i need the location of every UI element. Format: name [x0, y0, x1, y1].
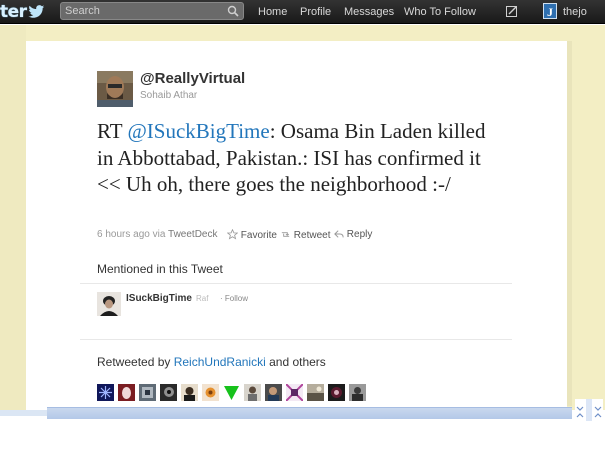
author-avatar[interactable] [97, 71, 133, 107]
mentioned-user-real-name: Raf [196, 294, 209, 303]
egg-avatar-icon [118, 384, 135, 401]
retweeted-by-line: Retweeted by ReichUndRanicki and others [97, 355, 326, 369]
mentioned-user-handle[interactable]: ISuckBigTime [126, 293, 192, 304]
retweet-action[interactable]: Retweet [280, 229, 330, 241]
tweet-timestamp[interactable]: 6 hours ago [97, 229, 150, 240]
mention-link[interactable]: @ISuckBigTime [127, 119, 269, 143]
tweet-text: RT @ISuckBigTime: Osama Bin Laden killed… [97, 118, 497, 198]
retweeter-avatar[interactable] [139, 384, 156, 401]
nav-home[interactable]: Home [258, 0, 287, 24]
retweeter-avatar[interactable] [265, 384, 282, 401]
retweeter-link[interactable]: ReichUndRanicki [174, 355, 266, 369]
resize-handle-icon[interactable] [575, 399, 603, 421]
star-icon [226, 228, 239, 240]
account-avatar[interactable]: J [543, 3, 557, 19]
retweeter-avatar[interactable] [118, 384, 135, 401]
retweet-icon [281, 232, 290, 237]
retweeter-avatar[interactable] [181, 384, 198, 401]
retweeter-avatar[interactable] [286, 384, 303, 401]
selection-highlight [47, 407, 572, 419]
photo-avatar-icon [307, 384, 324, 401]
favorite-action[interactable]: Favorite [226, 228, 277, 241]
reply-label: Reply [346, 229, 373, 240]
retweeter-avatar[interactable] [97, 384, 114, 401]
photo-avatar-icon [328, 384, 345, 401]
photo-avatar-icon [265, 384, 282, 401]
pattern-avatar-icon [286, 384, 303, 401]
twitter-logo[interactable]: ter [0, 1, 45, 22]
retweeter-avatar[interactable] [307, 384, 324, 401]
top-navigation-bar: ter Home Profile Messages Who To Follow … [0, 0, 605, 24]
retweeter-avatar[interactable] [244, 384, 261, 401]
flower-avatar-icon [202, 384, 219, 401]
page-background-left [0, 25, 26, 410]
photo-avatar-icon [160, 384, 177, 401]
card-shadow-edge [567, 41, 572, 406]
retweeted-by-suffix: and others [265, 355, 326, 369]
author-photo-icon [97, 71, 133, 107]
twitter-bird-icon [27, 5, 44, 18]
divider [80, 339, 512, 340]
selection-highlight [0, 410, 47, 416]
photo-avatar-icon [349, 384, 366, 401]
follow-separator: · [220, 294, 223, 303]
divider [80, 283, 512, 284]
via-label: via [152, 229, 166, 240]
nav-messages[interactable]: Messages [344, 0, 394, 24]
nav-who-to-follow[interactable]: Who To Follow [404, 0, 476, 24]
photo-avatar-icon [181, 384, 198, 401]
retweeter-avatar[interactable] [223, 384, 240, 401]
author-handle[interactable]: @ReallyVirtual [140, 70, 245, 87]
tweet-meta: 6 hours ago via TweetDeck [97, 229, 217, 241]
retweet-label: Retweet [293, 230, 331, 241]
retweeter-avatar[interactable] [202, 384, 219, 401]
photo-avatar-icon [244, 384, 261, 401]
retweeter-avatar[interactable] [328, 384, 345, 401]
author-real-name: Sohaib Athar [140, 90, 198, 101]
client-link[interactable]: TweetDeck [168, 229, 217, 240]
logo-text: ter [0, 1, 27, 22]
compose-tweet-icon[interactable] [506, 5, 518, 17]
search-input[interactable] [61, 3, 221, 19]
follow-link[interactable]: · Follow [220, 294, 248, 303]
retweeted-by-prefix: Retweeted by [97, 355, 174, 369]
mentioned-section-title: Mentioned in this Tweet [97, 262, 223, 276]
search-icon[interactable] [227, 5, 239, 17]
mentioned-user-avatar[interactable] [97, 292, 121, 316]
search-box [60, 2, 244, 20]
reply-action[interactable]: Reply [334, 229, 372, 241]
reply-icon [334, 230, 344, 238]
photo-avatar-icon [139, 384, 156, 401]
tweet-text-prefix: RT [97, 119, 128, 143]
retweeter-avatar[interactable] [349, 384, 366, 401]
mentioned-user-photo-icon [97, 292, 121, 316]
follow-label: Follow [224, 294, 249, 303]
green-triangle-avatar-icon [223, 384, 240, 401]
favorite-label: Favorite [240, 230, 277, 241]
snowflake-avatar-icon [97, 384, 114, 401]
nav-profile[interactable]: Profile [300, 0, 331, 24]
account-name[interactable]: thejo [563, 0, 587, 24]
mentioned-user-name: Raf [196, 294, 208, 303]
retweeter-avatar[interactable] [160, 384, 177, 401]
